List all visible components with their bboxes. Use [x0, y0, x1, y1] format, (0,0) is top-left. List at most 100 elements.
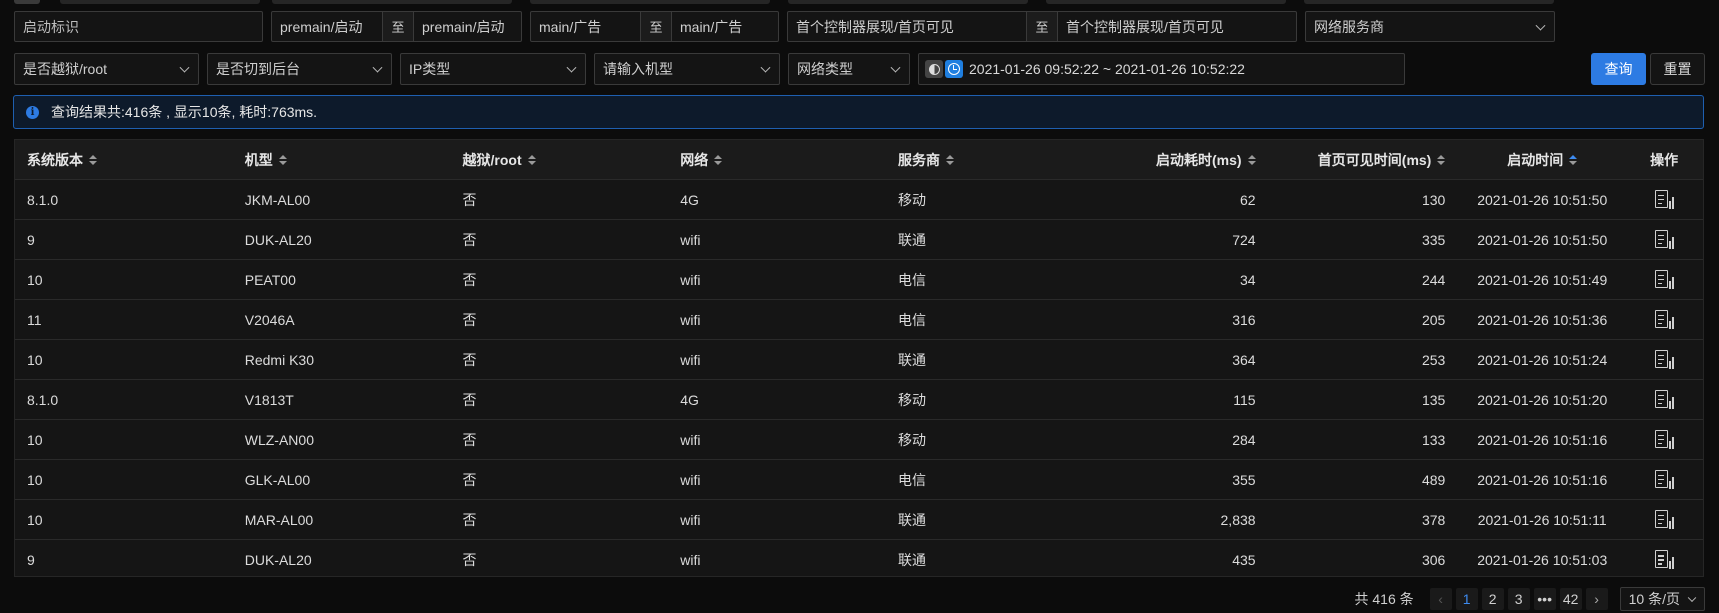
clock-icon[interactable] — [945, 60, 963, 78]
query-result-text: 查询结果共:416条 , 显示10条, 耗时:763ms. — [51, 104, 318, 120]
background-select-label: 是否切到后台 — [216, 61, 300, 77]
document-chart-icon[interactable] — [1654, 389, 1675, 410]
col-launch-time-label: 启动时间 — [1507, 151, 1564, 168]
sort-icon[interactable] — [1569, 154, 1578, 165]
premain-range: premain/启动 至 premain/启动 — [271, 11, 522, 42]
cell-carrier: 联通 — [898, 351, 926, 368]
document-chart-icon[interactable] — [1654, 550, 1675, 570]
cell-jailbreak: 否 — [462, 511, 477, 528]
cell-jailbreak: 否 — [462, 351, 477, 368]
col-jailbreak-label: 越狱/root — [462, 151, 522, 168]
document-chart-icon[interactable] — [1654, 269, 1675, 290]
cell-jailbreak: 否 — [462, 471, 477, 488]
launch-id-input[interactable]: 启动标识 — [14, 11, 263, 42]
time-toggle-icon[interactable] — [925, 60, 943, 78]
cell-first-visible: 489 — [1421, 471, 1446, 488]
cell-launch-cost: 34 — [1239, 271, 1256, 288]
date-range-picker[interactable]: 2021-01-26 09:52:22 ~ 2021-01-26 10:52:2… — [918, 53, 1405, 85]
cell-jailbreak: 否 — [462, 231, 477, 248]
table-row: 10 PEAT00 否 wifi 电信 34 244 2021-01-26 10:51:49 — [15, 260, 1703, 300]
cell-jailbreak: 否 — [462, 311, 477, 328]
sort-icon[interactable] — [714, 154, 723, 165]
col-jailbreak[interactable]: 越狱/root — [451, 150, 669, 170]
table-row: 11 V2046A 否 wifi 电信 316 205 2021-01-26 10:51:36 — [15, 300, 1703, 340]
cell-network: wifi — [680, 311, 701, 328]
document-chart-icon[interactable] — [1654, 469, 1675, 490]
sort-icon[interactable] — [527, 154, 536, 165]
sort-icon[interactable] — [1247, 154, 1256, 165]
cell-launch-cost: 364 — [1232, 351, 1256, 368]
col-first-visible[interactable]: 首页可见时间(ms) — [1270, 150, 1460, 170]
cell-first-visible: 253 — [1421, 351, 1446, 368]
table-row: 8.1.0 V1813T 否 4G 移动 115 135 2021-01-26 10:51:2… — [15, 380, 1703, 420]
document-chart-icon[interactable] — [1654, 429, 1675, 450]
premain-range-from[interactable]: premain/启动 — [272, 12, 382, 41]
page-2-button[interactable]: 2 — [1481, 588, 1504, 610]
document-chart-icon[interactable] — [1654, 189, 1675, 210]
pagination: 共 416 条 ‹ 1 2 3 ••• 42 › 10 条/页 — [1355, 587, 1705, 611]
cell-launch-cost: 2,838 — [1220, 511, 1256, 528]
col-launch-time[interactable]: 启动时间 — [1459, 150, 1625, 170]
sort-icon[interactable] — [89, 154, 97, 165]
cell-carrier: 移动 — [898, 431, 926, 448]
model-select[interactable]: 请输入机型 — [594, 53, 780, 85]
cell-model: Redmi K30 — [244, 351, 315, 368]
chevron-down-icon — [890, 62, 901, 73]
sort-icon[interactable] — [278, 154, 287, 165]
cell-jailbreak: 否 — [462, 431, 477, 448]
cell-os-version: 10 — [27, 351, 43, 368]
sort-icon[interactable] — [946, 154, 954, 165]
cell-os-version: 9 — [27, 552, 35, 568]
page-1-button[interactable]: 1 — [1455, 588, 1478, 610]
cell-model: V2046A — [244, 311, 295, 328]
cell-jailbreak: 否 — [462, 552, 477, 568]
page-3-button[interactable]: 3 — [1507, 588, 1530, 610]
document-chart-icon[interactable] — [1654, 509, 1675, 530]
col-model-label: 机型 — [244, 151, 273, 168]
document-chart-icon[interactable] — [1654, 229, 1675, 250]
cell-first-visible: 244 — [1421, 271, 1446, 288]
ip-type-select-label: IP类型 — [409, 61, 451, 77]
query-button[interactable]: 查询 — [1591, 53, 1646, 85]
reset-button[interactable]: 重置 — [1650, 53, 1705, 85]
cell-network: wifi — [680, 271, 701, 288]
col-network[interactable]: 网络 — [668, 150, 886, 170]
jailbreak-select[interactable]: 是否越狱/root — [14, 53, 199, 85]
cell-launch-cost: 284 — [1232, 431, 1256, 448]
cell-model: V1813T — [244, 391, 294, 408]
col-model[interactable]: 机型 — [233, 150, 451, 170]
cell-launch-time: 2021-01-26 10:51:11 — [1477, 511, 1607, 528]
launch-records-table: 系统版本 机型 越狱/root 网络 服务商 启动耗时(ms) 首页可见时间(m… — [14, 139, 1704, 577]
prev-page-button[interactable]: ‹ — [1429, 588, 1452, 610]
table-row: 10 GLK-AL00 否 wifi 电信 355 489 2021-01-26 10:51:… — [15, 460, 1703, 500]
first-visible-range-from[interactable]: 首个控制器展现/首页可见 — [788, 12, 1026, 41]
main-ad-range-to[interactable]: main/广告 — [672, 12, 778, 41]
cell-actions — [1625, 429, 1703, 450]
first-visible-range-to[interactable]: 首个控制器展现/首页可见 — [1058, 12, 1296, 41]
background-select[interactable]: 是否切到后台 — [207, 53, 392, 85]
page-42-button[interactable]: 42 — [1559, 588, 1582, 610]
cell-os-version: 10 — [27, 511, 43, 528]
ip-type-select[interactable]: IP类型 — [400, 53, 586, 85]
cell-first-visible: 205 — [1421, 311, 1446, 328]
cell-os-version: 10 — [27, 271, 43, 288]
network-type-select[interactable]: 网络类型 — [788, 53, 910, 85]
document-chart-icon[interactable] — [1654, 349, 1675, 370]
next-page-button[interactable]: › — [1585, 588, 1608, 610]
more-pages-button[interactable]: ••• — [1533, 588, 1556, 610]
sort-icon[interactable] — [1437, 154, 1446, 165]
document-chart-icon[interactable] — [1654, 309, 1675, 330]
cell-launch-time: 2021-01-26 10:51:24 — [1477, 351, 1608, 368]
cell-launch-time: 2021-01-26 10:51:49 — [1477, 271, 1608, 288]
col-os-version[interactable]: 系统版本 — [15, 150, 233, 170]
cell-actions — [1625, 469, 1703, 490]
col-launch-cost[interactable]: 启动耗时(ms) — [1104, 150, 1270, 170]
page-size-select[interactable]: 10 条/页 — [1619, 587, 1705, 611]
premain-range-to[interactable]: premain/启动 — [414, 12, 521, 41]
carrier-select[interactable]: 网络服务商 — [1305, 11, 1555, 42]
main-ad-range-from[interactable]: main/广告 — [531, 12, 640, 41]
col-carrier[interactable]: 服务商 — [886, 150, 1104, 170]
carrier-select-label: 网络服务商 — [1314, 18, 1384, 35]
cell-carrier: 电信 — [898, 311, 926, 328]
table-row: 10 WLZ-AN00 否 wifi 移动 284 133 2021-01-26 10:51:… — [15, 420, 1703, 460]
